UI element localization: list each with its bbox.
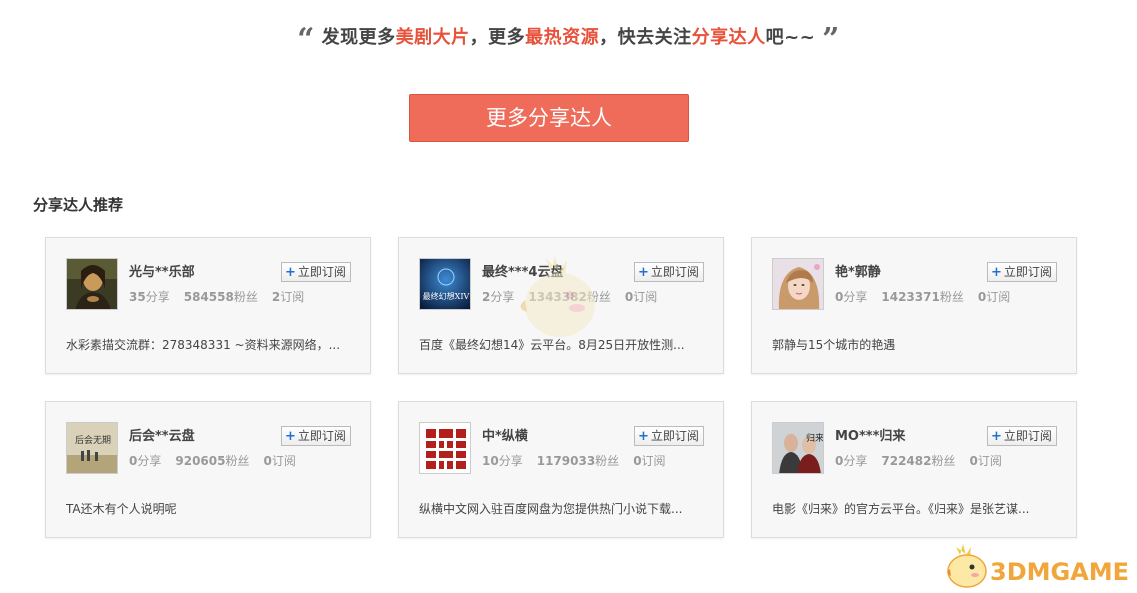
sharer-description: 郭静与15个城市的艳遇 — [772, 338, 896, 352]
close-quote: ” — [822, 22, 840, 57]
sharer-card: 归来 MO***归来 + 立即订阅 0分享 722482粉丝 0订阅 电影《归来》的官… — [751, 401, 1077, 538]
slogan: “ 发现更多美剧大片，更多最热资源，快去关注分享达人吧~~ ” — [0, 22, 1137, 57]
plus-icon: + — [991, 429, 1002, 444]
sharer-description: 电影《归来》的官方云平台。《归来》是张艺谋... — [772, 502, 1030, 516]
sub-count: 0 — [633, 454, 642, 468]
subscribe-button[interactable]: + 立即订阅 — [634, 426, 704, 446]
sub-unit: 订阅 — [271, 454, 296, 468]
sharer-description: TA还木有个人说明呢 — [66, 502, 177, 516]
sub-count: 0 — [969, 454, 978, 468]
avatar-title: 归来 — [806, 432, 824, 444]
share-count: 10 — [482, 454, 499, 468]
slogan-text-3: ，快去关注 — [599, 27, 692, 48]
sharer-stats: 10分享 1179033粉丝 0订阅 — [482, 452, 666, 469]
slogan-text-1: 发现更多 — [321, 27, 396, 48]
subscribe-button[interactable]: + 立即订阅 — [281, 426, 351, 446]
subscribe-label: 立即订阅 — [650, 265, 699, 279]
sharer-name[interactable]: 艳*郭静 — [835, 261, 881, 280]
fans-unit: 粉丝 — [939, 290, 964, 304]
avatar-title: 后会无期 — [75, 434, 111, 446]
fans-unit: 粉丝 — [931, 454, 956, 468]
subscribe-label: 立即订阅 — [1003, 429, 1052, 443]
sub-unit: 订阅 — [633, 290, 658, 304]
fans-count: 584558 — [183, 290, 234, 304]
watermark-mascot-icon — [515, 250, 605, 349]
avatar[interactable] — [419, 422, 471, 474]
slogan-highlight-1: 美剧大片 — [395, 27, 470, 48]
subscribe-button[interactable]: + 立即订阅 — [987, 426, 1057, 446]
plus-icon: + — [991, 265, 1002, 280]
sharer-stats: 0分享 920605粉丝 0订阅 — [129, 452, 296, 469]
avatar-title: 最终幻想XIV — [423, 291, 470, 301]
slogan-text-2: ，更多 — [469, 27, 526, 48]
sub-count: 0 — [624, 290, 634, 304]
fans-unit: 粉丝 — [225, 454, 250, 468]
subscribe-label: 立即订阅 — [1003, 265, 1052, 279]
plus-icon: + — [638, 429, 649, 444]
sharer-name[interactable]: 光与**乐部 — [129, 261, 195, 280]
subscribe-button[interactable]: + 立即订阅 — [281, 262, 351, 282]
slogan-text-4: 吧~~ — [765, 27, 816, 48]
plus-icon: + — [285, 265, 296, 280]
sub-unit: 订阅 — [986, 290, 1011, 304]
sharer-stats: 0分享 1423371粉丝 0订阅 — [835, 288, 1010, 305]
sharer-name[interactable]: 中*纵横 — [482, 425, 528, 444]
watermark-chick-icon — [942, 541, 992, 593]
subscribe-label: 立即订阅 — [297, 429, 346, 443]
open-quote: “ — [297, 22, 315, 57]
sharer-name[interactable]: 后会**云盘 — [129, 425, 195, 444]
sharer-card: 光与**乐部 + 立即订阅 35分享 584558粉丝 2订阅 水彩素描交流群：278… — [45, 237, 371, 374]
avatar[interactable] — [66, 258, 118, 310]
sharer-card: 艳*郭静 + 立即订阅 0分享 1423371粉丝 0订阅 郭静与15个城市的艳遇 — [751, 237, 1077, 374]
fans-count: 1179033 — [536, 454, 596, 468]
avatar[interactable]: 后会无期 — [66, 422, 118, 474]
slogan-highlight-3: 分享达人 — [691, 27, 766, 48]
sub-unit: 订阅 — [641, 454, 666, 468]
fans-count: 722482 — [881, 454, 932, 468]
avatar[interactable]: 归来 — [772, 422, 824, 474]
share-unit: 分享 — [137, 454, 162, 468]
sharer-stats: 35分享 584558粉丝 2订阅 — [129, 288, 304, 305]
fans-count: 920605 — [175, 454, 226, 468]
sharer-card: 后会无期 后会**云盘 + 立即订阅 0分享 920605粉丝 0订阅 TA还木有个人… — [45, 401, 371, 538]
section-title: 分享达人推荐 — [33, 196, 124, 214]
avatar[interactable] — [772, 258, 824, 310]
plus-icon: + — [285, 429, 296, 444]
sub-unit: 订阅 — [977, 454, 1002, 468]
plus-icon: + — [638, 265, 649, 280]
watermark-text: 3DMGAME — [990, 558, 1130, 586]
share-unit: 分享 — [843, 290, 868, 304]
share-unit: 分享 — [145, 290, 170, 304]
fans-unit: 粉丝 — [233, 290, 258, 304]
subscribe-label: 立即订阅 — [650, 429, 699, 443]
subscribe-button[interactable]: + 立即订阅 — [634, 262, 704, 282]
sharer-card: 中*纵横 + 立即订阅 10分享 1179033粉丝 0订阅 纵横中文网入驻百度网盘为… — [398, 401, 724, 538]
share-unit: 分享 — [498, 454, 523, 468]
sub-unit: 订阅 — [280, 290, 305, 304]
sub-count: 0 — [263, 454, 272, 468]
avatar[interactable]: 最终幻想XIV — [419, 258, 471, 310]
sub-count: 2 — [271, 290, 281, 304]
sub-count: 0 — [977, 290, 987, 304]
sharer-stats: 0分享 722482粉丝 0订阅 — [835, 452, 1002, 469]
subscribe-label: 立即订阅 — [297, 265, 346, 279]
share-unit: 分享 — [843, 454, 868, 468]
share-count: 35 — [129, 290, 146, 304]
more-sharers-button[interactable]: 更多分享达人 — [409, 94, 689, 142]
share-unit: 分享 — [490, 290, 515, 304]
slogan-highlight-2: 最热资源 — [525, 27, 600, 48]
sharer-description: 纵横中文网入驻百度网盘为您提供热门小说下载... — [419, 502, 683, 516]
fans-unit: 粉丝 — [595, 454, 620, 468]
sharer-description: 水彩素描交流群：278348331 ~资料来源网络，... — [66, 338, 341, 352]
subscribe-button[interactable]: + 立即订阅 — [987, 262, 1057, 282]
fans-count: 1423371 — [881, 290, 940, 304]
sharer-name[interactable]: MO***归来 — [835, 425, 905, 444]
